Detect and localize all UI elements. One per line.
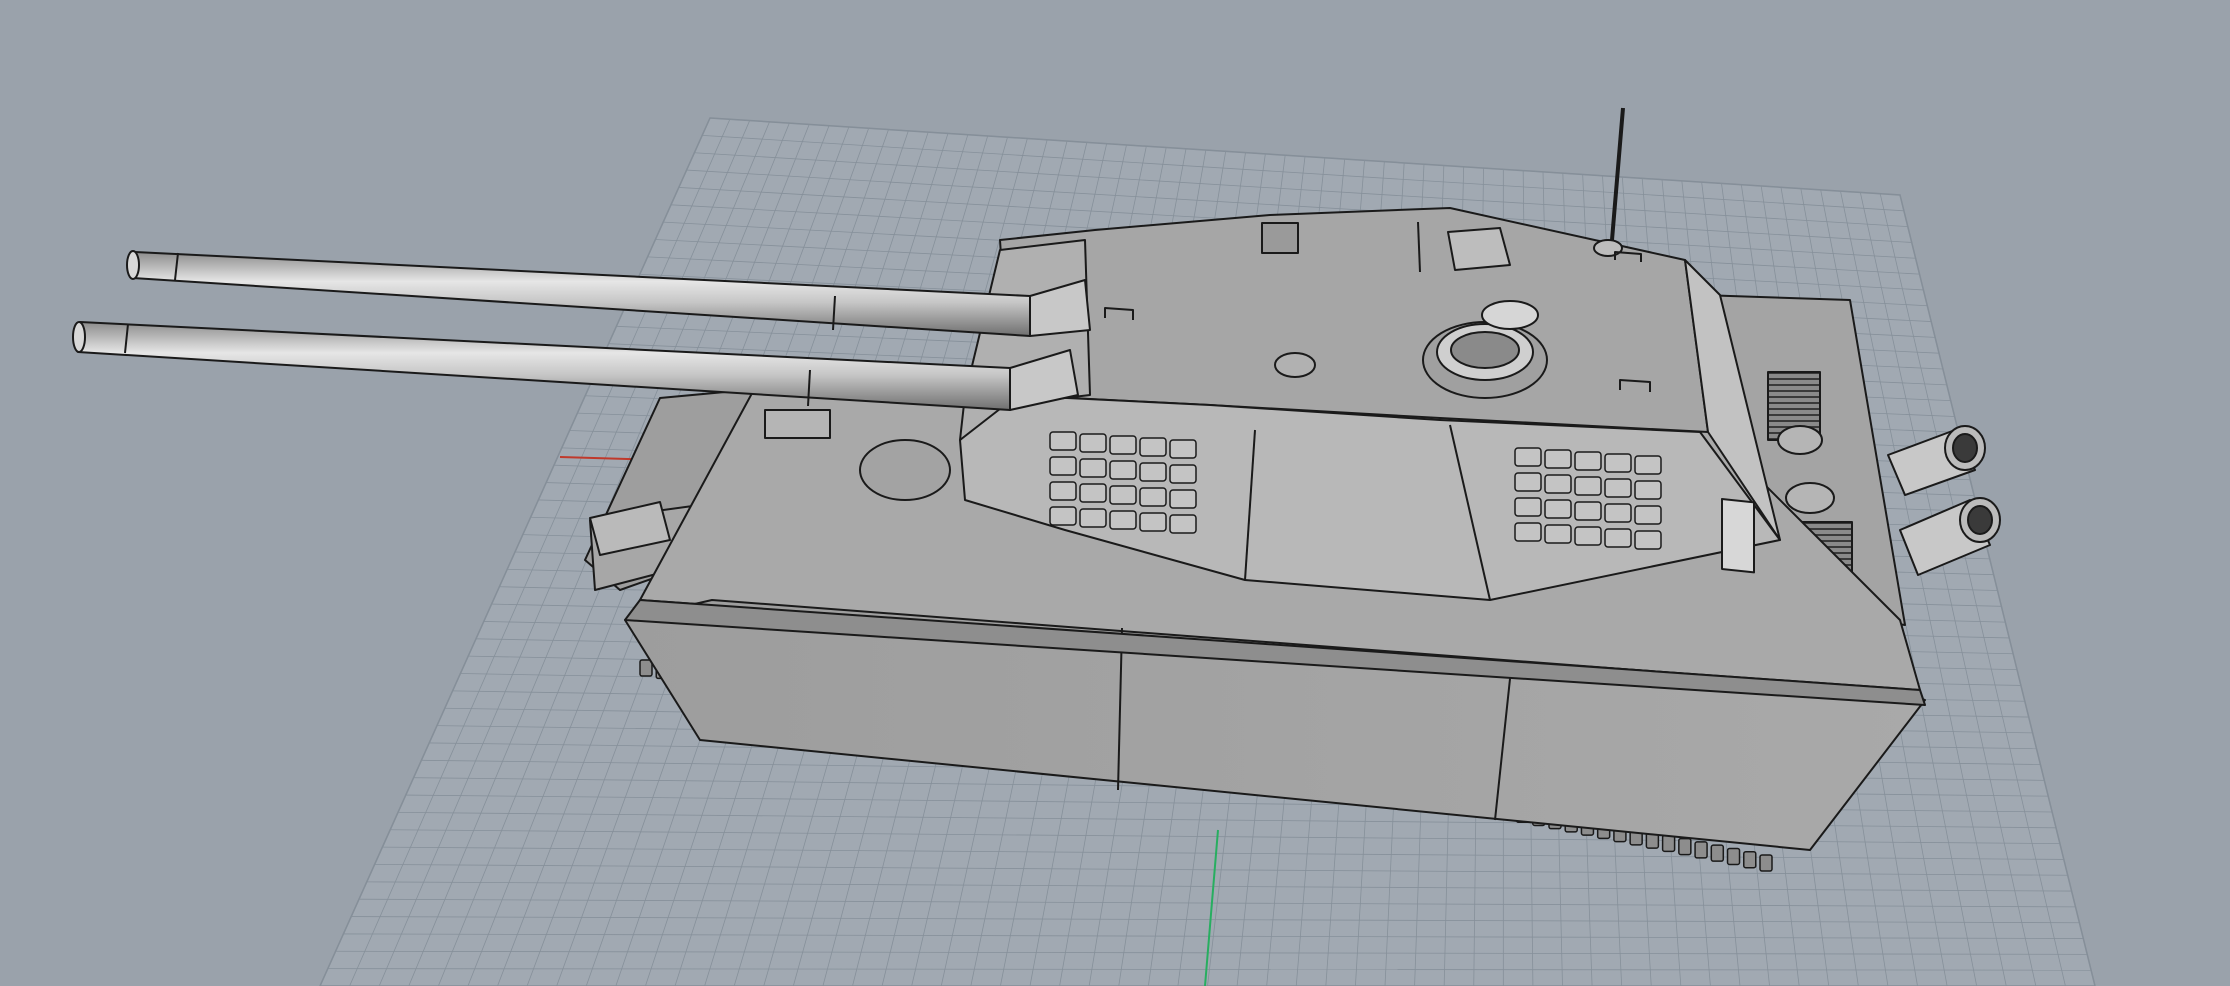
- perspective-viewport[interactable]: [0, 0, 2230, 986]
- engine-fan-upper: [1777, 425, 1823, 455]
- engine-fan-lower: [1785, 482, 1835, 514]
- tool-box: [764, 409, 831, 439]
- roof-hatch: [1447, 227, 1511, 271]
- rear-hatch: [1721, 497, 1755, 574]
- driver-hatch: [859, 439, 951, 501]
- roof-vision-block: [1261, 222, 1299, 254]
- roof-periscope: [1274, 352, 1316, 378]
